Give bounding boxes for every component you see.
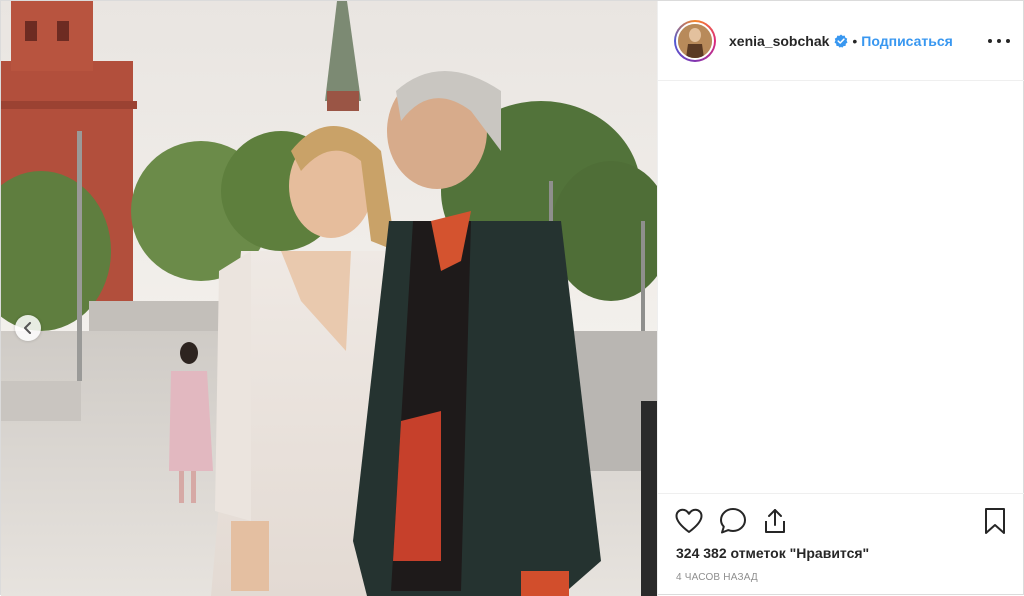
more-dot bbox=[988, 39, 992, 43]
more-dot bbox=[1006, 39, 1010, 43]
username-link[interactable]: xenia_sobchak bbox=[729, 33, 829, 49]
post-photo[interactable] bbox=[1, 1, 657, 596]
more-options-icon[interactable] bbox=[988, 31, 1010, 51]
avatar-story-ring[interactable] bbox=[674, 19, 716, 62]
comment-button[interactable] bbox=[718, 506, 748, 536]
post-actions: 324 382 отметок "Нравится" 4 часов назад bbox=[658, 493, 1024, 596]
instagram-post: xenia_sobchak • Подписаться 324 382 отме… bbox=[0, 0, 1024, 596]
action-icons-row bbox=[674, 506, 1010, 536]
avatar bbox=[676, 21, 714, 60]
share-button[interactable] bbox=[760, 506, 790, 536]
post-side-panel: xenia_sobchak • Подписаться 324 382 отме… bbox=[657, 1, 1024, 596]
post-photo-illustration bbox=[1, 1, 657, 596]
save-button[interactable] bbox=[980, 506, 1010, 536]
comment-peek bbox=[674, 81, 824, 87]
avatar-image bbox=[678, 23, 712, 58]
header-separator: • bbox=[852, 32, 858, 49]
post-timestamp[interactable]: 4 часов назад bbox=[676, 572, 758, 583]
chevron-left-icon bbox=[24, 322, 31, 334]
heart-icon bbox=[675, 508, 703, 533]
like-button[interactable] bbox=[674, 506, 704, 536]
post-header: xenia_sobchak • Подписаться bbox=[658, 1, 1024, 81]
likes-count[interactable]: 324 382 отметок "Нравится" bbox=[676, 545, 869, 561]
carousel-prev-button[interactable] bbox=[15, 315, 41, 341]
bookmark-icon bbox=[985, 508, 1005, 534]
more-dot bbox=[997, 39, 1001, 43]
comment-icon bbox=[720, 508, 746, 534]
follow-button[interactable]: Подписаться bbox=[861, 33, 953, 49]
verified-badge-icon bbox=[834, 34, 848, 48]
share-icon bbox=[765, 509, 785, 533]
